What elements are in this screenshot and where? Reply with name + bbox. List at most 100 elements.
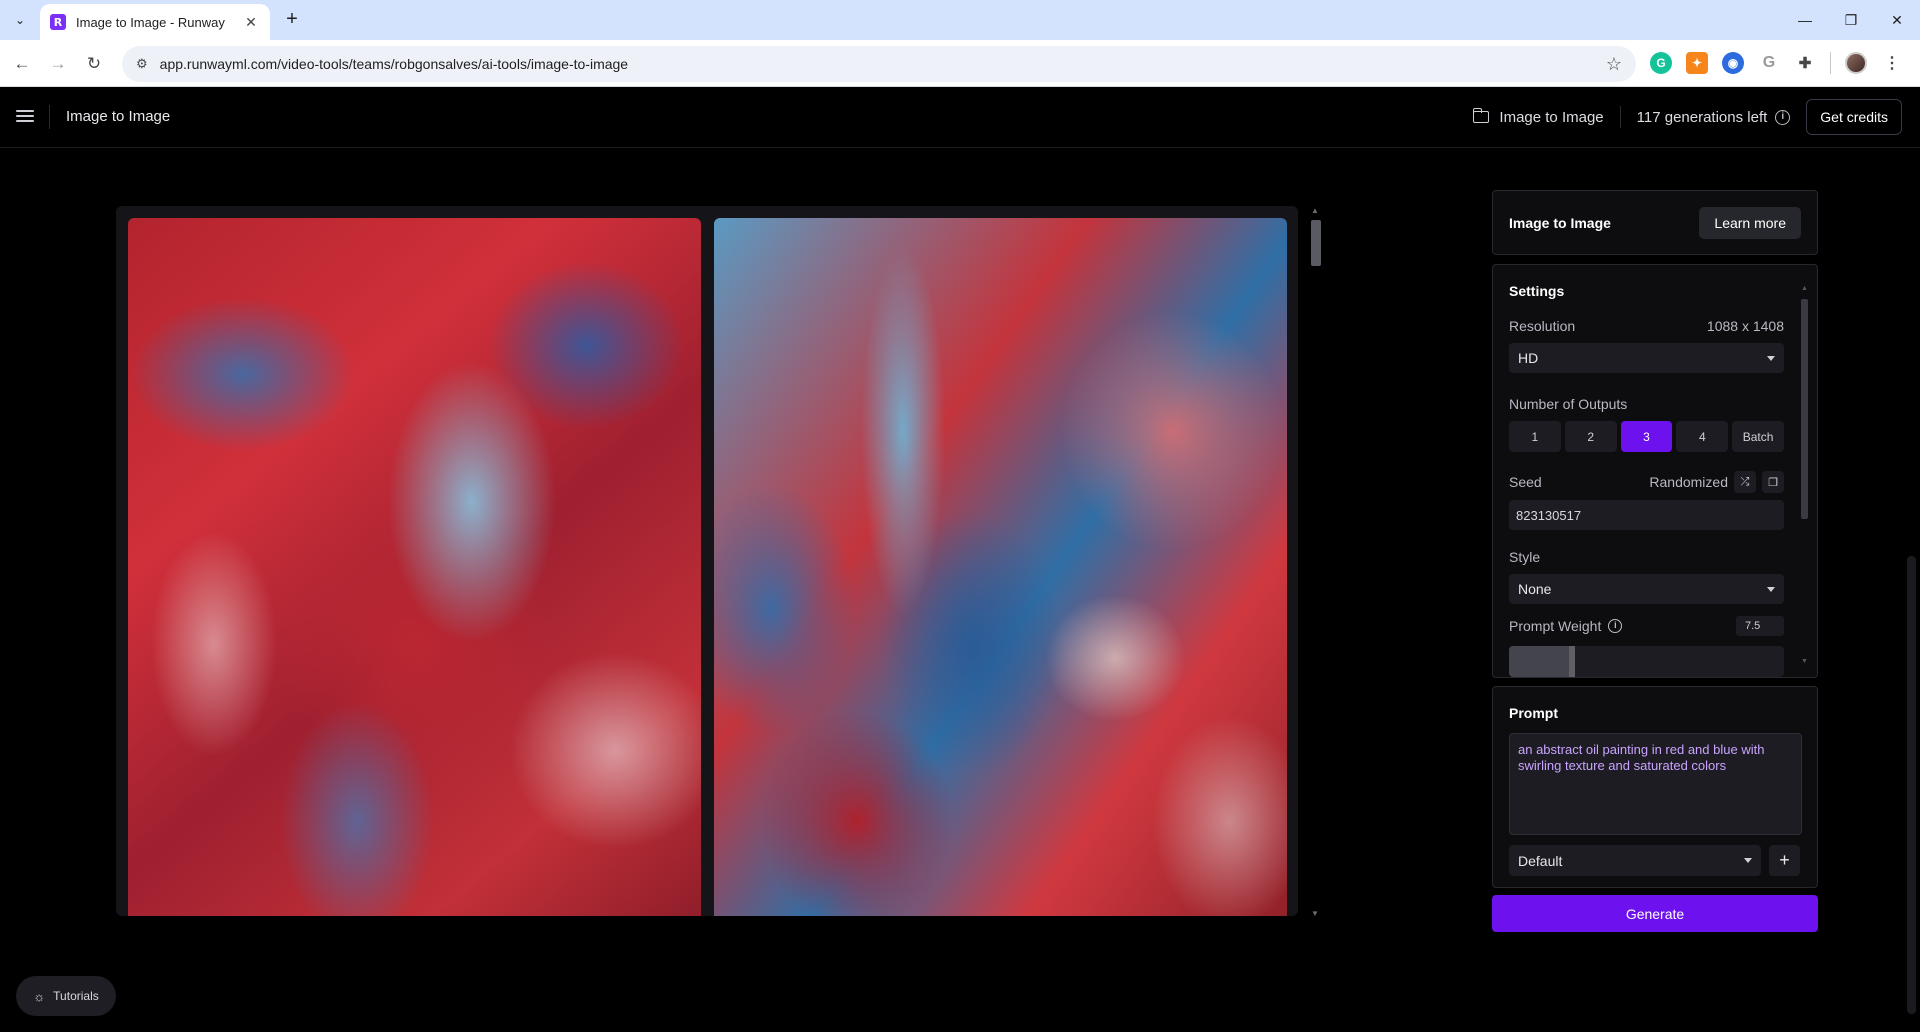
outputs-option-1[interactable]: 1 [1509, 421, 1561, 452]
back-icon[interactable]: ← [8, 50, 36, 78]
chevron-down-icon [1767, 355, 1775, 361]
page-scrollbar[interactable] [1904, 148, 1920, 1032]
seed-input[interactable]: 823130517 [1509, 500, 1784, 530]
scroll-down-arrow[interactable]: ▼ [1311, 909, 1319, 918]
style-label: Style [1509, 549, 1541, 565]
extensions-puzzle-icon[interactable]: ✚ [1794, 52, 1816, 74]
profile-avatar[interactable] [1845, 52, 1867, 74]
password-extension-icon[interactable]: ◉ [1722, 52, 1744, 74]
header-actions: Image to Image 117 generations left i Ge… [1472, 99, 1902, 135]
chevron-down-icon [1744, 858, 1752, 863]
close-window-icon[interactable]: ✕ [1874, 0, 1920, 40]
learn-more-button[interactable]: Learn more [1699, 206, 1801, 239]
address-bar[interactable]: ⚙ app.runwayml.com/video-tools/teams/rob… [122, 46, 1636, 82]
settings-scrollbar[interactable]: ▲ ▼ [1799, 285, 1809, 665]
header-divider [49, 105, 50, 129]
slider-handle[interactable] [1569, 646, 1576, 677]
info-icon[interactable]: i [1608, 619, 1623, 633]
page-scroll-thumb[interactable] [1907, 556, 1916, 1014]
generated-image-2[interactable] [714, 218, 1287, 916]
bookmark-star-icon[interactable]: ☆ [1606, 54, 1622, 75]
metamask-extension-icon[interactable]: ✦ [1686, 52, 1708, 74]
browser-menu-icon[interactable]: ⋮ [1881, 52, 1903, 74]
prompt-title: Prompt [1509, 705, 1558, 721]
seed-controls: Randomized ⤮ ❐ [1649, 471, 1784, 493]
tab-close-icon[interactable]: ✕ [242, 14, 260, 31]
reload-icon[interactable]: ↻ [80, 50, 108, 78]
restore-icon[interactable]: ❐ [1828, 0, 1874, 40]
get-credits-button[interactable]: Get credits [1806, 99, 1902, 135]
prompt-panel: Prompt an abstract oil painting in red a… [1492, 686, 1818, 888]
style-select[interactable]: None [1509, 574, 1784, 604]
url-text[interactable]: app.runwayml.com/video-tools/teams/robgo… [160, 56, 1606, 72]
window-controls: — ❐ ✕ [1782, 0, 1920, 40]
copy-icon[interactable]: ❐ [1762, 471, 1784, 493]
settings-title: Settings [1509, 283, 1565, 299]
tab-title: Image to Image - Runway [76, 14, 225, 30]
info-icon[interactable]: i [1775, 109, 1791, 125]
canvas-scroll-thumb[interactable] [1311, 220, 1321, 266]
project-name: Image to Image [1499, 108, 1604, 126]
outputs-option-2[interactable]: 2 [1564, 421, 1617, 452]
slider-fill [1509, 646, 1573, 677]
canvas-scrollbar[interactable]: ▲ ▼ [1308, 206, 1324, 918]
tool-header-panel: Image to Image Learn more [1492, 190, 1818, 255]
settings-panel: Settings Resolution 1088 x 1408 HD Numbe… [1492, 264, 1818, 678]
outputs-option-4[interactable]: 4 [1676, 421, 1729, 452]
outputs-option-3[interactable]: 3 [1620, 421, 1673, 452]
prompt-weight-row: Prompt Weight i 7.5 [1509, 616, 1784, 636]
browser-tab-strip: ⌄ R Image to Image - Runway ✕ + — ❐ ✕ [0, 0, 1920, 40]
scroll-up-arrow[interactable]: ▲ [1801, 285, 1808, 292]
outputs-option-batch[interactable]: Batch [1732, 421, 1784, 452]
seed-row: Seed Randomized ⤮ ❐ [1509, 470, 1784, 494]
tutorials-label: Tutorials [53, 989, 99, 1003]
prompt-preset-select[interactable]: Default [1509, 845, 1761, 876]
prompt-weight-label: Prompt Weight [1509, 618, 1602, 634]
resolution-select-value: HD [1518, 350, 1539, 366]
site-info-icon[interactable]: ⚙ [136, 56, 148, 72]
prompt-preset-value: Default [1518, 852, 1563, 869]
add-preset-button[interactable]: + [1769, 845, 1800, 876]
resolution-value: 1088 x 1408 [1706, 318, 1784, 334]
grammarly-extension-icon[interactable]: G [1650, 52, 1672, 74]
results-canvas [116, 206, 1298, 916]
seed-label: Seed [1509, 474, 1542, 490]
scroll-down-arrow[interactable]: ▼ [1801, 658, 1808, 665]
prompt-weight-slider[interactable] [1509, 646, 1784, 677]
page-title: Image to Image [66, 108, 171, 125]
extensions-row: G ✦ ◉ G ✚ ⋮ [1650, 52, 1903, 74]
settings-scroll-thumb[interactable] [1801, 299, 1808, 519]
minimize-icon[interactable]: — [1782, 0, 1828, 40]
tab-search-icon[interactable]: ⌄ [8, 8, 32, 32]
prompt-footer: Default + [1509, 845, 1801, 876]
resolution-select[interactable]: HD [1509, 343, 1784, 373]
outputs-segmented-control: 1 2 3 4 Batch [1509, 421, 1784, 452]
header-separator [1619, 106, 1621, 128]
new-tab-button[interactable]: + [280, 8, 304, 32]
generations-left-text: 117 generations left [1636, 108, 1768, 126]
outputs-label: Number of Outputs [1509, 396, 1628, 412]
resolution-row: Resolution 1088 x 1408 [1509, 317, 1784, 335]
browser-toolbar: ← → ↻ ⚙ app.runwayml.com/video-tools/tea… [0, 40, 1920, 87]
prompt-textarea[interactable]: an abstract oil painting in red and blue… [1509, 733, 1802, 835]
runway-favicon-icon: R [50, 14, 66, 30]
tool-title: Image to Image [1509, 214, 1611, 231]
menu-icon[interactable] [16, 107, 34, 125]
forward-icon[interactable]: → [44, 50, 72, 78]
generated-image-1[interactable] [128, 218, 701, 916]
project-link[interactable]: Image to Image [1472, 108, 1604, 126]
generate-button[interactable]: Generate [1492, 895, 1818, 932]
style-select-value: None [1518, 581, 1552, 597]
seed-mode: Randomized [1649, 474, 1728, 490]
generations-counter: 117 generations left i [1637, 109, 1791, 126]
app-header: Image to Image Image to Image 117 genera… [0, 87, 1920, 148]
google-extension-icon[interactable]: G [1758, 52, 1780, 74]
chevron-down-icon [1767, 586, 1775, 592]
shuffle-icon[interactable]: ⤮ [1734, 471, 1756, 493]
prompt-weight-value[interactable]: 7.5 [1736, 616, 1784, 636]
browser-tab[interactable]: R Image to Image - Runway ✕ [40, 4, 270, 40]
tutorials-button[interactable]: ☼ Tutorials [16, 976, 116, 1016]
lightbulb-icon: ☼ [33, 988, 46, 1004]
resolution-label: Resolution [1509, 318, 1576, 334]
scroll-up-arrow[interactable]: ▲ [1311, 206, 1319, 215]
